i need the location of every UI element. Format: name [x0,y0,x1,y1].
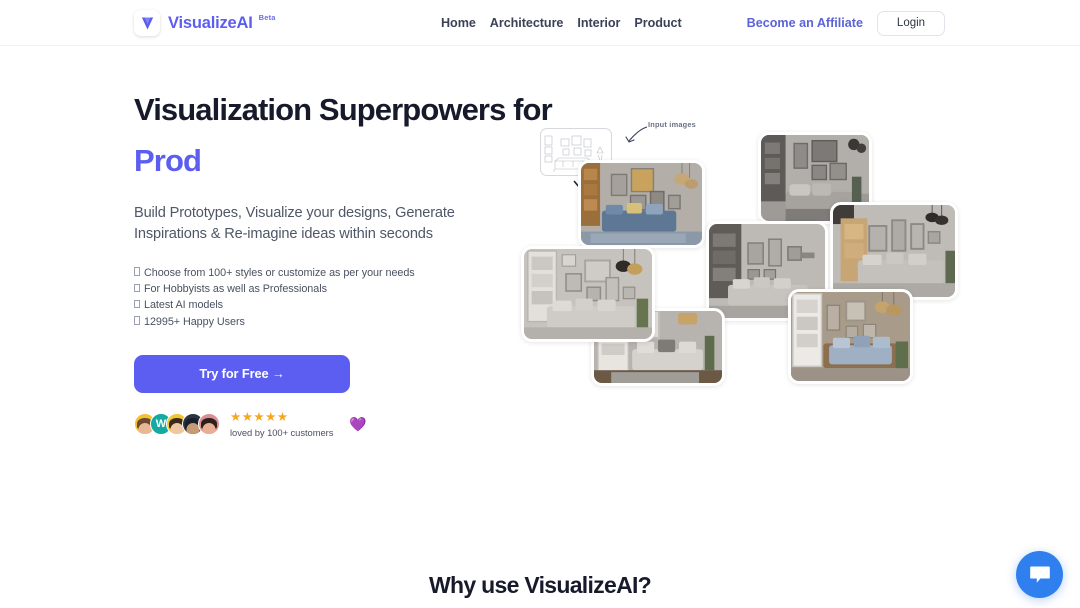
nav-item-product[interactable]: Product [634,16,681,30]
try-for-free-button[interactable]: Try for Free → [134,354,350,393]
list-item-label: 12995+ Happy Users [144,315,245,328]
brand-logo[interactable]: VisualizeAI Beta [134,9,278,37]
generated-images-collage [516,108,966,408]
chat-widget-button[interactable] [1016,551,1063,598]
list-item: 12995+ Happy Users [134,314,504,330]
brand-name: VisualizeAI [168,13,253,32]
collage-photo [788,289,913,384]
star-rating: ★★★★★ [230,409,289,424]
logo-v-icon [134,10,160,36]
page-title-accent: Prod [134,143,202,179]
social-proof-caption: loved by 100+ customers [230,426,334,438]
social-proof: W ★★★★★ loved by 100+ customers 💜 [134,409,504,438]
brand-beta-badge: Beta [258,12,276,22]
list-item: Latest AI models [134,297,504,313]
nav-item-interior[interactable]: Interior [577,16,620,30]
main-nav: Home Architecture Interior Product [441,0,682,46]
missing-glyph-icon [134,316,140,325]
collage-photo [521,246,655,342]
list-item-label: Choose from 100+ styles or customize as … [144,266,415,279]
heart-icon: 💜 [349,416,367,433]
site-header: VisualizeAI Beta Home Architecture Inter… [0,0,1080,46]
hero-copy: Visualization Superpowers for Prod Build… [134,92,553,438]
list-item: Choose from 100+ styles or customize as … [134,265,504,281]
missing-glyph-icon [134,283,140,293]
hero-feature-list: Choose from 100+ styles or customize as … [134,265,504,330]
section-title-why-use: Why use VisualizeAI? [428,572,652,598]
landing-page: VisualizeAI Beta Home Architecture Inter… [0,0,1080,608]
hero-subheadline: Build Prototypes, Visualize your designs… [134,204,455,242]
hero-illustration: Input images [516,108,966,408]
collage-photo [578,160,705,248]
page-title: Visualization Superpowers for [134,92,553,127]
nav-item-architecture[interactable]: Architecture [490,16,564,30]
chat-bubble-icon [1029,566,1050,583]
list-item: For Hobbyists as well as Professionals [134,281,504,297]
become-an-affiliate-link[interactable]: Become an Affiliate [747,16,863,30]
customer-avatars: W [134,413,220,436]
login-button[interactable]: Login [877,10,945,36]
nav-item-home[interactable]: Home [441,16,476,30]
collage-photo [830,202,958,300]
list-item-label: For Hobbyists as well as Professionals [144,283,327,296]
rating-block: ★★★★★ loved by 100+ customers [230,409,334,438]
header-actions: Become an Affiliate Login [747,0,945,46]
missing-glyph-icon [134,299,140,309]
missing-glyph-icon [134,267,140,276]
avatar [198,413,220,436]
list-item-label: Latest AI models [144,299,224,312]
